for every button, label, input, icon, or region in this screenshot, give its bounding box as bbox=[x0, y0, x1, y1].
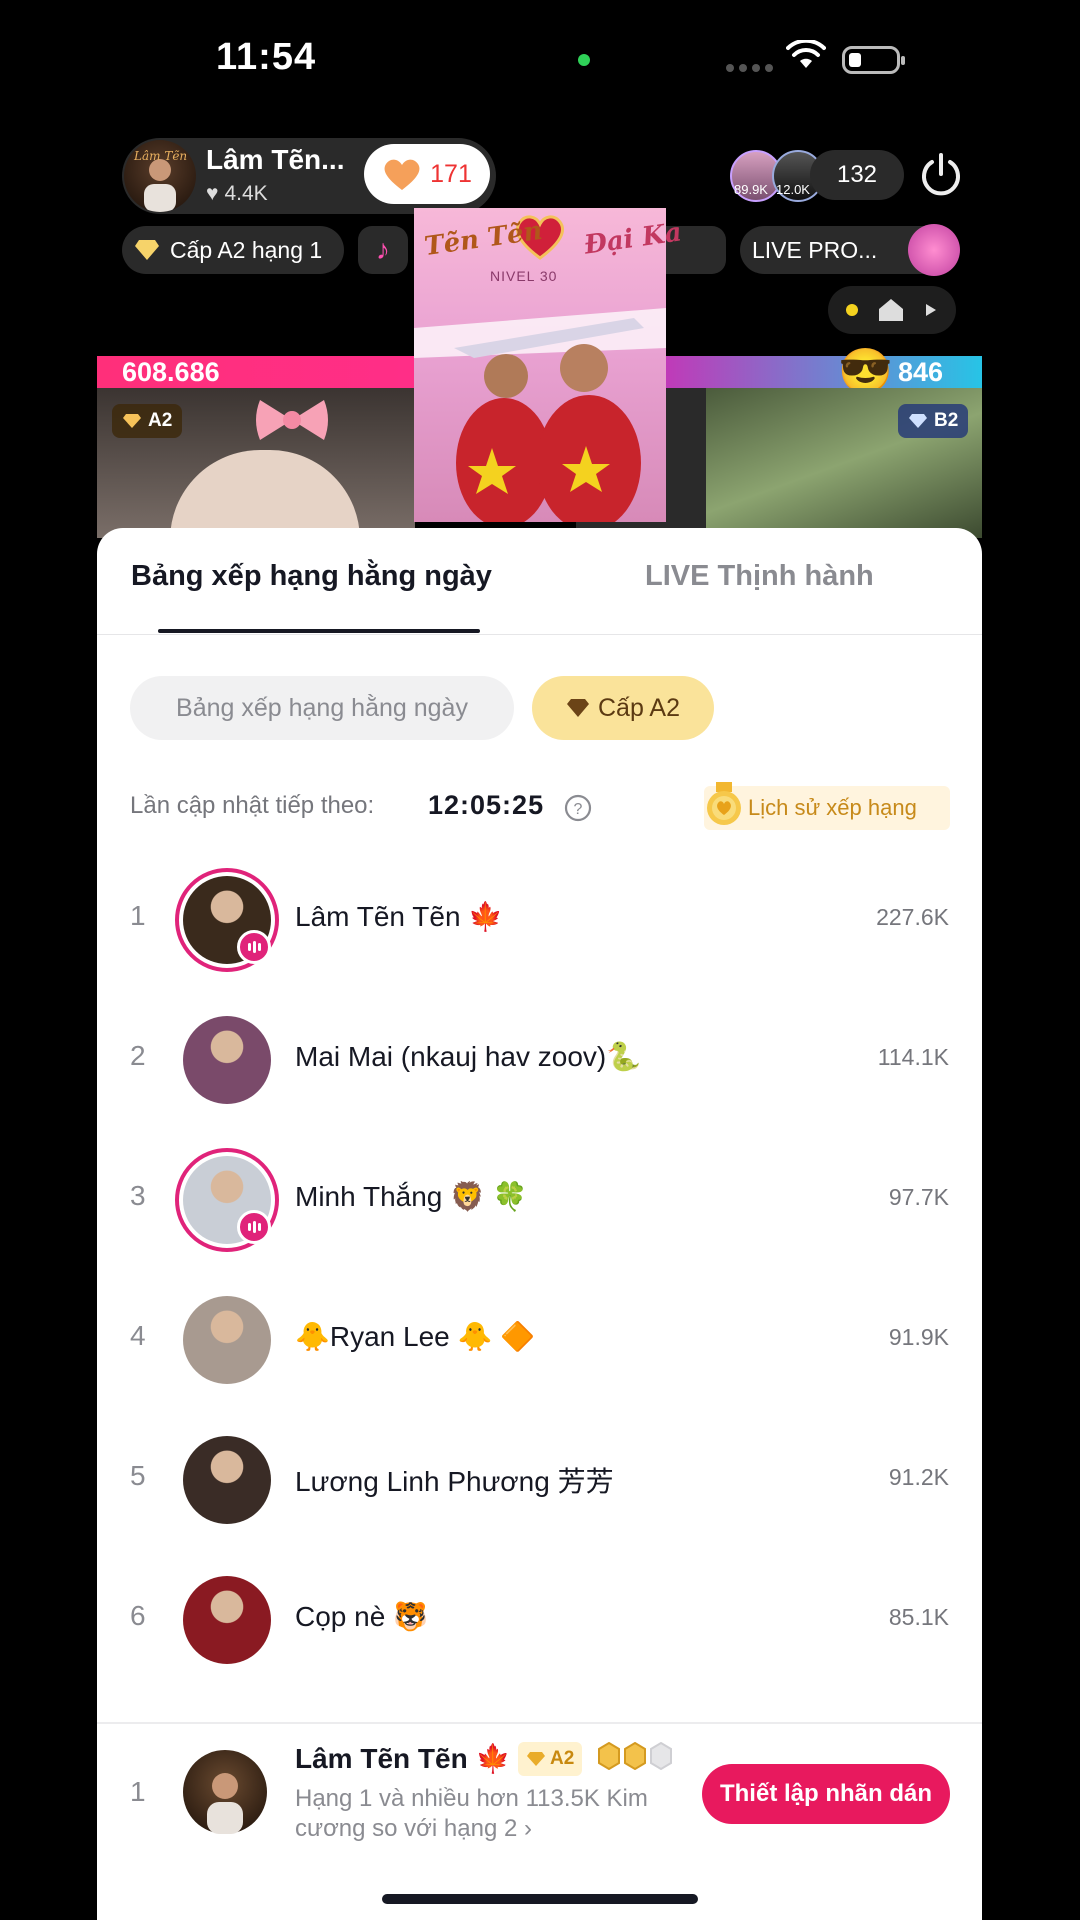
level-badge-left-label: A2 bbox=[148, 410, 173, 431]
svg-text:?: ? bbox=[574, 801, 583, 818]
rank-number: 3 bbox=[130, 1180, 146, 1211]
next-update-label: Lần cập nhật tiếp theo: bbox=[130, 792, 375, 819]
hexagon-gold-icon bbox=[598, 1742, 620, 1770]
ranking-row[interactable]: 6 Cọp nè 🐯 85.1K bbox=[97, 1550, 982, 1690]
user-score: 91.9K bbox=[888, 1324, 949, 1350]
poster-subtitle: NIVEL 30 bbox=[490, 268, 558, 284]
diamond-icon bbox=[135, 240, 159, 260]
user-name: Lương Linh Phương 芳芳 bbox=[295, 1466, 614, 1497]
self-description[interactable]: Hạng 1 và nhiều hơn 113.5K Kim cương so … bbox=[295, 1784, 675, 1844]
next-update-time: 12:05:25 bbox=[428, 790, 545, 820]
power-icon[interactable] bbox=[918, 152, 964, 203]
diamond-icon bbox=[909, 414, 927, 428]
follow-button[interactable]: 171 bbox=[364, 144, 490, 204]
play-arrow-icon[interactable] bbox=[924, 302, 938, 318]
user-score: 227.6K bbox=[876, 904, 949, 930]
wifi-icon bbox=[786, 38, 826, 75]
ranking-row[interactable]: 3 Minh Thắng 🦁 🍀 97.7K bbox=[97, 1130, 982, 1270]
level-progress-hexes bbox=[598, 1742, 672, 1770]
viewer-badge: 89.9K bbox=[734, 182, 768, 197]
pet-mascot-icon[interactable] bbox=[908, 224, 960, 276]
diamond-icon bbox=[566, 699, 589, 717]
diamond-icon bbox=[527, 1752, 545, 1766]
rank-number: 2 bbox=[130, 1040, 146, 1071]
user-name: Mai Mai (nkauj hav zoov)🐍 bbox=[295, 1041, 642, 1072]
medal-icon bbox=[704, 782, 744, 828]
tab-live-trending[interactable]: LIVE Thịnh hành bbox=[645, 560, 874, 593]
battle-score-left: 608.686 bbox=[122, 357, 220, 387]
filter-chip-level[interactable]: Cấp A2 bbox=[532, 676, 714, 740]
live-bars-icon bbox=[237, 930, 271, 964]
rank-number: 6 bbox=[130, 1600, 146, 1631]
music-note-icon[interactable]: ♪ bbox=[358, 226, 408, 274]
rank-number: 4 bbox=[130, 1320, 146, 1351]
level-badge-right: B2 bbox=[898, 404, 969, 438]
self-avatar[interactable] bbox=[183, 1750, 267, 1834]
hexagon-gold-icon bbox=[624, 1742, 646, 1770]
rank-chip[interactable]: Cấp A2 hạng 1 bbox=[122, 226, 344, 274]
user-name: Lâm Tẽn Tẽn 🍁 bbox=[295, 901, 504, 932]
user-avatar[interactable] bbox=[183, 1016, 271, 1104]
camera-indicator-dot bbox=[578, 54, 590, 66]
ranking-row[interactable]: 5 Lương Linh Phương 芳芳 91.2K bbox=[97, 1410, 982, 1550]
user-name: Cọp nè 🐯 bbox=[295, 1601, 428, 1632]
host-avatar[interactable]: Lâm Tẽn bbox=[124, 140, 196, 212]
ranking-row[interactable]: 4 🐥Ryan Lee 🐥 🔶 91.9K bbox=[97, 1270, 982, 1410]
level-badge-right-label: B2 bbox=[934, 410, 959, 431]
battery-icon bbox=[842, 46, 905, 74]
user-score: 91.2K bbox=[888, 1464, 949, 1490]
active-tab-indicator bbox=[158, 629, 480, 633]
ranking-history-label: Lịch sử xếp hạng bbox=[748, 795, 917, 820]
rank-number: 1 bbox=[130, 900, 146, 931]
live-bars-icon bbox=[237, 1210, 271, 1244]
record-dot-icon bbox=[845, 304, 858, 316]
user-avatar[interactable] bbox=[183, 1436, 271, 1524]
self-level-badge: A2 bbox=[518, 1742, 583, 1776]
hexagon-empty-icon bbox=[650, 1742, 672, 1770]
filter-chip-level-label: Cấp A2 bbox=[597, 693, 680, 722]
help-icon[interactable]: ? bbox=[564, 794, 592, 827]
self-name: Lâm Tẽn Tẽn 🍁 bbox=[295, 1743, 511, 1774]
user-avatar[interactable] bbox=[183, 1576, 271, 1664]
filter-chip-daily[interactable]: Bảng xếp hạng hằng ngày bbox=[130, 676, 514, 740]
set-sticker-button[interactable]: Thiết lập nhãn dán bbox=[702, 1764, 950, 1824]
host-likes-value: 4.4K bbox=[224, 182, 268, 205]
promo-label: LIVE PRO... bbox=[752, 236, 878, 263]
mini-controls[interactable] bbox=[828, 286, 956, 334]
tab-daily-ranking[interactable]: Bảng xếp hạng hằng ngày bbox=[131, 560, 492, 593]
ranking-row[interactable]: 1 Lâm Tẽn Tẽn 🍁 227.6K bbox=[97, 850, 982, 990]
rank-number: 5 bbox=[130, 1460, 146, 1491]
self-rank: 1 bbox=[130, 1776, 146, 1807]
host-likes: ♥ 4.4K bbox=[206, 182, 268, 206]
user-score: 97.7K bbox=[888, 1184, 949, 1210]
signal-icon bbox=[726, 64, 773, 72]
viewer-count[interactable]: 132 bbox=[810, 150, 904, 200]
heart-icon bbox=[384, 159, 420, 190]
battle-score-right: 846 bbox=[898, 357, 944, 387]
viewer-badge: 12.0K bbox=[776, 182, 810, 197]
home-icon[interactable] bbox=[877, 297, 905, 323]
home-indicator[interactable] bbox=[382, 1894, 698, 1904]
status-time: 11:54 bbox=[216, 36, 317, 78]
self-level-label: A2 bbox=[550, 1748, 575, 1769]
user-score: 85.1K bbox=[888, 1604, 949, 1630]
user-score: 114.1K bbox=[877, 1044, 949, 1070]
tab-divider bbox=[97, 634, 982, 635]
bow-decoration bbox=[250, 392, 334, 448]
host-name: Lâm Tẽn... bbox=[206, 144, 345, 175]
ranking-row[interactable]: 2 Mai Mai (nkauj hav zoov)🐍 114.1K bbox=[97, 990, 982, 1130]
level-badge-left: A2 bbox=[112, 404, 183, 438]
user-name: Minh Thắng 🦁 🍀 bbox=[295, 1181, 528, 1212]
diamond-icon bbox=[123, 414, 141, 428]
user-avatar[interactable] bbox=[183, 1296, 271, 1384]
heart-icon: ♥ bbox=[206, 182, 219, 205]
svg-text:Lâm Tẽn: Lâm Tẽn bbox=[133, 149, 187, 163]
user-name: 🐥Ryan Lee 🐥 🔶 bbox=[295, 1321, 536, 1352]
rank-chip-label: Cấp A2 hạng 1 bbox=[170, 236, 323, 263]
follow-count: 171 bbox=[430, 159, 472, 188]
